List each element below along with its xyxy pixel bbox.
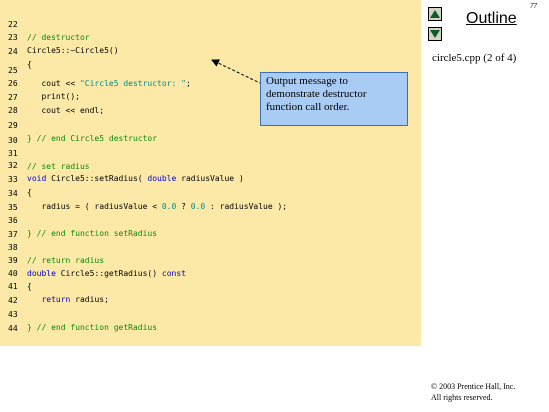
previous-slide-button[interactable] [428, 7, 442, 21]
page-number: 77 [530, 2, 537, 10]
code-line: 42 [0, 281, 421, 305]
code-panel: 22 // destructor 23 Circle5::~Circle5() … [0, 0, 421, 346]
triangle-up-icon [430, 10, 440, 18]
callout-text: Output message to [266, 75, 348, 87]
code-line: 34 radius = ( radiusValue < 0.0 ? 0.0 : … [0, 174, 421, 211]
code-line: 24 { [0, 32, 421, 69]
code-line: 44 [0, 309, 421, 333]
file-label: circle5.cpp (2 of 4) [432, 52, 517, 64]
callout-box: Output message to demonstrate destructor… [260, 72, 408, 126]
code-line: 33 { [0, 160, 421, 197]
triangle-down-icon [430, 30, 440, 38]
callout-text: demonstrate destructor [266, 88, 367, 100]
code-line: 37 [0, 215, 421, 239]
code-line: 39 double Circle5::getRadius() const [0, 241, 421, 278]
code-line: 40 { [0, 254, 421, 291]
callout-text: function call order. [266, 101, 350, 113]
line-number: 44 [8, 324, 18, 333]
code-line: 25 cout << "Circle5 destructor: "; [0, 51, 421, 88]
copyright-notice: © 2003 Prentice Hall, Inc. All rights re… [431, 381, 515, 403]
code-text: } // end function getRadius [27, 323, 158, 332]
next-slide-button[interactable] [428, 27, 442, 41]
code-line: 22 // destructor [0, 5, 421, 42]
code-line: 23 Circle5::~Circle5() [0, 18, 421, 55]
code-line: 35 [0, 188, 421, 212]
copyright-line: © 2003 Prentice Hall, Inc. [431, 382, 516, 391]
code-line: 38 // return radius [0, 228, 421, 265]
code-line: 41 return radius; [0, 267, 421, 304]
outline-link[interactable]: Outline [466, 10, 517, 28]
code-line: 36 } // end function setRadius [0, 201, 421, 238]
code-line: 43 } // end function getRadius [0, 295, 421, 332]
code-line: 32 void Circle5::setRadius( double radiu… [0, 146, 421, 183]
copyright-line: All rights reserved. [431, 393, 493, 402]
